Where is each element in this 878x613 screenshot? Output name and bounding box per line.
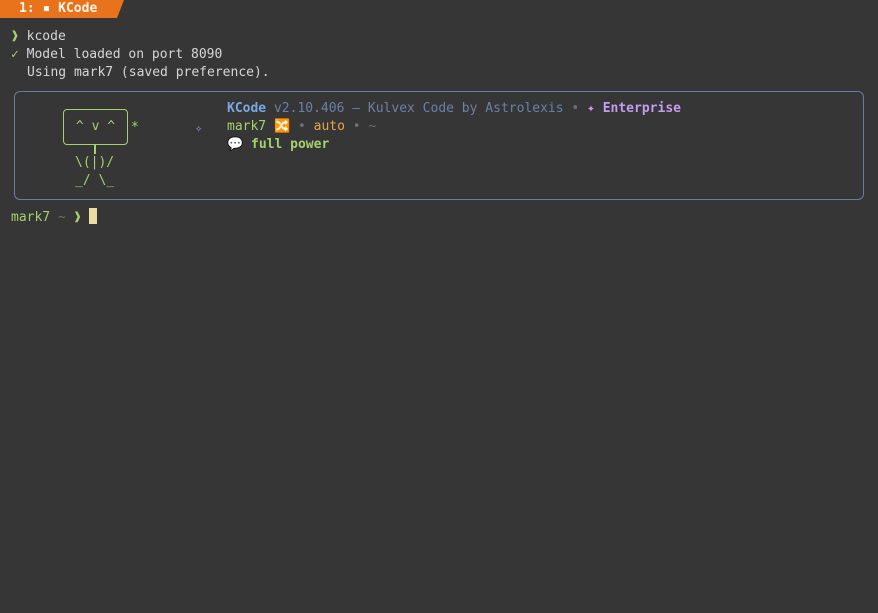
separator-dot: • (297, 119, 306, 134)
model-name: mark7 (227, 119, 267, 134)
check-icon: ✓ (11, 47, 19, 62)
separator-dot: • (352, 119, 361, 134)
prompt-path: ~ (57, 210, 66, 225)
tab-kcode[interactable]: 1: ▪ KCode (0, 0, 124, 18)
mascot-neck (94, 145, 96, 154)
cwd-label: ~ (368, 119, 377, 134)
model-line: mark7 🔀 • auto • ~ (227, 118, 376, 136)
input-prompt[interactable]: mark7 ~ ❱ (11, 208, 98, 226)
mode-label: auto (313, 119, 345, 134)
brand-line: KCode v2.10.406 — Kulvex Code by Astrole… (227, 100, 681, 118)
edition-icon: ✦ (587, 101, 595, 116)
sparkle-icon: ✧ (195, 121, 203, 135)
prompt-user: mark7 (11, 210, 51, 225)
text-cursor[interactable] (89, 208, 98, 224)
mascot-arms: \(|)/ (75, 155, 115, 170)
prompt-arrow-icon: ❱ (73, 210, 82, 225)
star-icon: * (131, 120, 139, 135)
welcome-banner: ^ v ^ * \(|)/ _/ \_ ✧ KCode v2.10.406 — … (14, 91, 864, 200)
power-line: 💬 full power (227, 136, 329, 154)
version-text: v2.10.406 — Kulvex Code by Astrolexis (273, 101, 564, 116)
mascot-face: ^ v ^ (63, 109, 128, 145)
loaded-text: Model loaded on port 8090 (26, 47, 223, 62)
model-loaded-line: ✓ Model loaded on port 8090 (11, 46, 222, 64)
command-text: kcode (26, 29, 66, 44)
command-line: ❱ kcode (11, 28, 66, 46)
mascot-legs: _/ \_ (75, 173, 115, 188)
edition-label: Enterprise (602, 101, 681, 116)
power-label: full power (251, 137, 330, 152)
using-model-text: Using mark7 (saved preference). (27, 65, 270, 80)
shuffle-icon: 🔀 (273, 119, 291, 134)
brand-name: KCode (227, 101, 267, 116)
prompt-arrow-icon: ❱ (11, 29, 19, 44)
speech-bubble-icon: 💬 (227, 137, 244, 152)
separator-dot: • (571, 101, 580, 116)
